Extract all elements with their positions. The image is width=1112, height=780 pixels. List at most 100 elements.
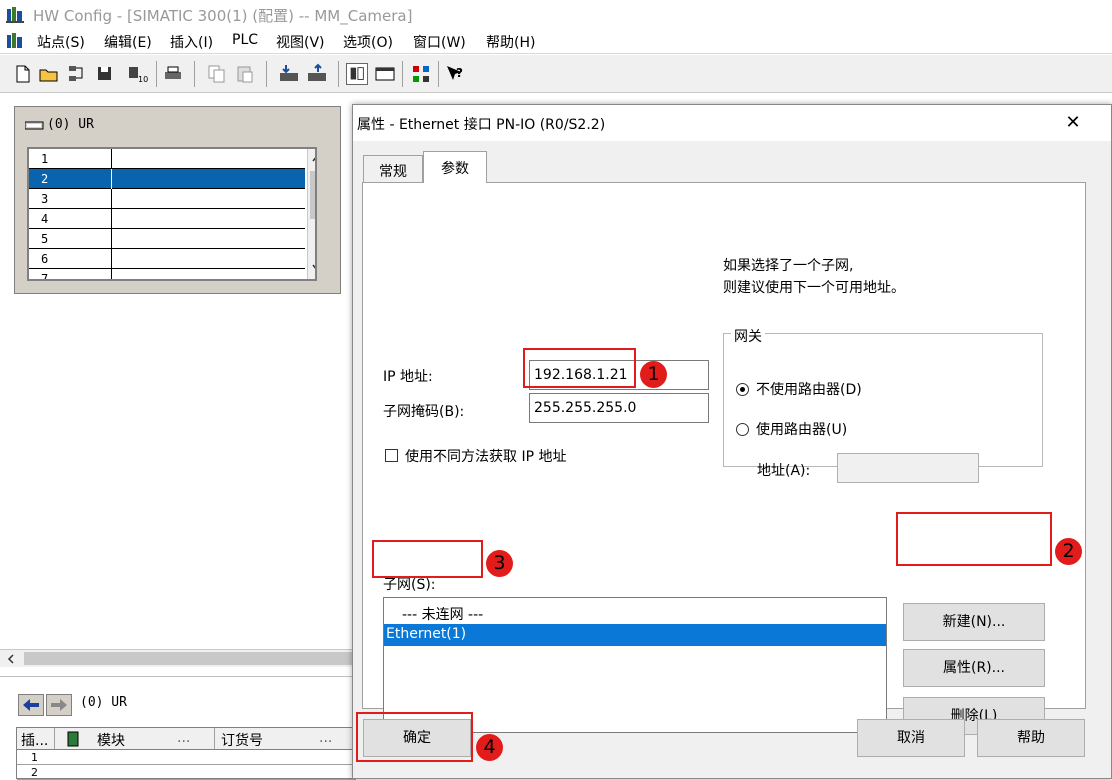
rack-slot-row[interactable]: 7: [29, 269, 305, 279]
subnet-hint-line1: 如果选择了一个子网,: [723, 258, 854, 274]
station-icon[interactable]: [6, 32, 26, 50]
compile-icon[interactable]: 10: [126, 63, 148, 85]
tab-parameters[interactable]: 参数: [423, 151, 487, 183]
close-icon[interactable]: ✕: [1061, 111, 1085, 135]
paste-icon[interactable]: [234, 63, 256, 85]
parameters-tab-page: 如果选择了一个子网, 则建议使用下一个可用地址。 IP 地址: 192.168.…: [362, 182, 1086, 735]
print-icon[interactable]: [162, 63, 184, 85]
highlight-ethernet-subnet: [372, 540, 483, 578]
use-router-label: 使用路由器(U): [756, 422, 848, 438]
highlight-ok-button: [356, 712, 473, 762]
rack-slot-row[interactable]: 3: [29, 189, 305, 209]
svg-text:?: ?: [456, 66, 463, 80]
step-badge-3: 3: [486, 550, 513, 577]
router-address-label: 地址(A):: [757, 463, 811, 479]
step-badge-2: 2: [1055, 538, 1082, 565]
menu-window[interactable]: 窗口(W): [413, 32, 466, 52]
no-router-label: 不使用路由器(D): [756, 382, 862, 398]
module-table-row[interactable]: 2: [17, 765, 356, 780]
column-header-order-number[interactable]: 订货号 ...: [215, 728, 356, 750]
tab-general[interactable]: 常规: [363, 155, 423, 183]
ethernet-properties-dialog: 属性 - Ethernet 接口 PN-IO (R0/S2.2) ✕ 常规 参数…: [352, 104, 1112, 779]
menu-edit[interactable]: 编辑(E): [104, 32, 152, 52]
copy-icon[interactable]: [206, 63, 228, 85]
subnet-item-unconnected[interactable]: --- 未连网 ---: [384, 602, 886, 624]
rack-scroll-thumb[interactable]: [310, 171, 315, 219]
window-title: HW Config - [SIMATIC 300(1) (配置) -- MM_C…: [33, 7, 413, 25]
alt-ip-label: 使用不同方法获取 IP 地址: [405, 449, 567, 465]
rack-slot-row[interactable]: 6: [29, 249, 305, 269]
subnet-mask-label: 子网掩码(B):: [383, 404, 465, 420]
alt-ip-checkbox[interactable]: [385, 449, 398, 462]
menu-view[interactable]: 视图(V): [276, 32, 325, 52]
hscroll-thumb[interactable]: [24, 652, 352, 665]
toolbar-separator: [156, 61, 157, 87]
menu-options[interactable]: 选项(O): [343, 32, 393, 52]
chevron-left-icon[interactable]: [6, 653, 16, 665]
ip-address-label: IP 地址:: [383, 369, 433, 385]
dialog-titlebar: 属性 - Ethernet 接口 PN-IO (R0/S2.2) ✕: [353, 105, 1111, 141]
rack-icon: [25, 121, 44, 130]
menu-station[interactable]: 站点(S): [37, 32, 85, 52]
toolbar-separator: [338, 61, 339, 87]
rack-slot-table[interactable]: 1 2 3 4 5 6 7: [27, 147, 317, 281]
menu-insert[interactable]: 插入(I): [170, 32, 213, 52]
no-router-radio[interactable]: [736, 383, 749, 396]
gateway-legend: 网关: [731, 326, 765, 346]
step-badge-4: 4: [476, 734, 503, 761]
rack-slot-row[interactable]: 5: [29, 229, 305, 249]
subnet-properties-button[interactable]: 属性(R)...: [903, 649, 1045, 687]
menu-plc[interactable]: PLC: [232, 32, 258, 48]
netpro-icon[interactable]: [410, 63, 432, 85]
rack-slot-row[interactable]: 4: [29, 209, 305, 229]
subnet-hint-line2: 则建议使用下一个可用地址。: [723, 280, 905, 296]
router-address-input[interactable]: [837, 453, 979, 483]
catalog-icon[interactable]: [346, 63, 368, 85]
subnet-item-ethernet1[interactable]: Ethernet(1): [384, 624, 886, 646]
upload-icon[interactable]: [306, 63, 328, 85]
view-icon[interactable]: [374, 63, 396, 85]
network-icon[interactable]: [66, 63, 88, 85]
highlight-ip-address: [523, 348, 636, 388]
module-icon: [67, 731, 79, 747]
forward-button[interactable]: [46, 694, 72, 716]
save-icon[interactable]: [94, 63, 116, 85]
rack-slot-row[interactable]: 1: [29, 149, 305, 169]
download-icon[interactable]: [278, 63, 300, 85]
menu-help[interactable]: 帮助(H): [486, 32, 535, 52]
arrow-left-icon: [23, 699, 39, 711]
help-icon[interactable]: ?: [444, 63, 466, 85]
rack-window[interactable]: (0) UR 1 2 3 4 5 6 7: [14, 106, 341, 294]
cancel-button[interactable]: 取消: [857, 719, 965, 757]
new-icon[interactable]: [12, 63, 34, 85]
use-router-radio[interactable]: [736, 423, 749, 436]
open-icon[interactable]: [38, 63, 60, 85]
chevron-up-icon[interactable]: [311, 153, 317, 163]
toolbar-separator: [266, 61, 267, 87]
window-titlebar: HW Config - [SIMATIC 300(1) (配置) -- MM_C…: [0, 0, 1112, 30]
rack-title-bar: (0) UR: [15, 107, 340, 147]
column-header-slot[interactable]: 插...: [17, 728, 55, 750]
new-subnet-button[interactable]: 新建(N)...: [903, 603, 1045, 641]
dialog-title: 属性 - Ethernet 接口 PN-IO (R0/S2.2): [357, 117, 606, 133]
module-table[interactable]: 插... 模块 ... 订货号 ... 1 2: [16, 727, 356, 780]
back-button[interactable]: [18, 694, 44, 716]
arrow-right-icon: [51, 699, 67, 711]
toolbar: 10 ?: [0, 55, 1112, 93]
highlight-new-button: [896, 512, 1052, 566]
gateway-groupbox: [723, 333, 1043, 467]
rack-scrollbar[interactable]: [307, 149, 317, 279]
toolbar-separator: [194, 61, 195, 87]
detail-rack-label: (0) UR: [80, 695, 127, 710]
subnet-mask-input[interactable]: 255.255.255.0: [529, 393, 709, 423]
chevron-down-icon[interactable]: [311, 263, 317, 273]
toolbar-separator: [402, 61, 403, 87]
rack-slot-row-selected[interactable]: 2: [29, 169, 305, 189]
svg-text:10: 10: [138, 75, 148, 84]
hw-config-app-icon: [6, 7, 24, 23]
column-header-module[interactable]: 模块 ...: [55, 728, 215, 750]
rack-label: (0) UR: [47, 117, 94, 132]
toolbar-separator: [438, 61, 439, 87]
help-button[interactable]: 帮助: [977, 719, 1085, 757]
module-table-row[interactable]: 1: [17, 750, 356, 765]
